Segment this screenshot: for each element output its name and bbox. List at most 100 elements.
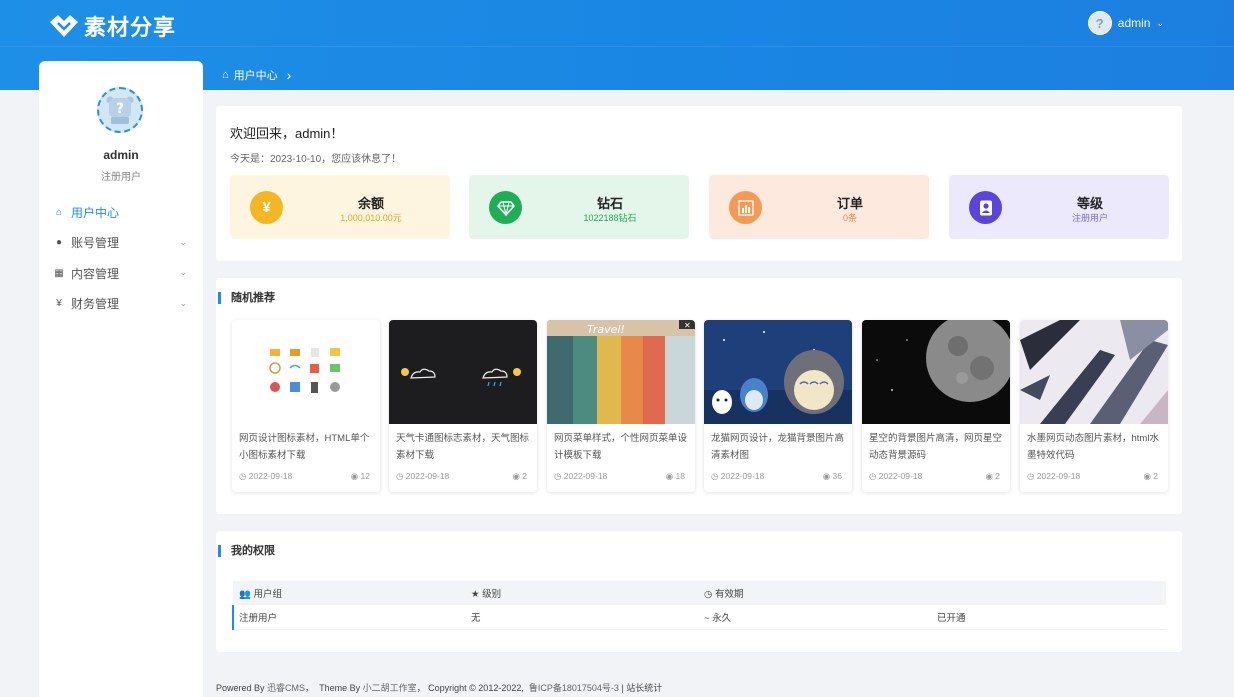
stat-value: 1,000,010.00元 — [340, 213, 402, 223]
clock-icon: ◷ — [239, 471, 247, 481]
thumbnail — [862, 320, 1010, 424]
footer-text: Theme By — [319, 683, 361, 693]
eye-icon: ◉ — [822, 471, 831, 481]
avatar: ? — [1087, 11, 1112, 35]
user-menu[interactable]: ? admin ⌄ — [1087, 11, 1164, 35]
thumbnail: Travel! ✕ — [547, 320, 695, 424]
svg-text:?: ? — [116, 101, 124, 117]
list-item-title: 龙猫网页设计，龙猫背景图片高清素材图 — [711, 433, 845, 461]
list-item-title: 天气卡通图标志素材，天气图标素材下载 — [396, 433, 530, 461]
footer-text: Powered By — [216, 683, 265, 693]
column-header: 用户组 — [253, 589, 282, 600]
welcome-title: 欢迎回来，admin！ — [230, 126, 344, 141]
user-icon — [969, 191, 1002, 224]
grid-icon: ▦ — [54, 267, 64, 279]
brand-logo[interactable]: 素材分享 — [48, 10, 176, 42]
list-item-meta: ◷ 2022-09-18 ◉ 36 — [711, 471, 842, 482]
chevron-right-icon: › — [286, 67, 292, 83]
list-item-title: 星空的背景图片高清，网页星空动态背景源码 — [869, 433, 1003, 461]
list-item[interactable]: 网页设计图标素材，HTML单个小图标素材下载 ◷ 2022-09-18 ◉ 12 — [232, 320, 380, 492]
sidebar-item-finance[interactable]: ¥ 财务管理 ⌄ — [39, 289, 203, 320]
chevron-down-icon: ⌄ — [179, 267, 187, 277]
footer-link-cms[interactable]: 迅睿CMS — [267, 683, 305, 693]
list-item-date: 2022-09-18 — [720, 471, 765, 481]
sidebar-item-label: 财务管理 — [71, 297, 120, 312]
stat-label: 订单 — [836, 196, 863, 211]
stat-diamond[interactable]: 钻石 1022188钻石 — [469, 175, 689, 239]
list-item[interactable]: 天气卡通图标志素材，天气图标素材下载 ◷ 2022-09-18 ◉ 2 — [389, 320, 537, 492]
list-item-title: 网页设计图标素材，HTML单个小图标素材下载 — [239, 433, 370, 461]
table-cell: 注册用户 — [232, 605, 465, 630]
profile-name: admin — [103, 148, 139, 162]
list-item[interactable]: 水墨网页动态图片素材，html水墨特效代码 ◷ 2022-09-18 ◉ 2 — [1020, 320, 1168, 492]
column-header: 级别 — [482, 589, 502, 600]
table-header: 👥 用户组 ★ 级别 ◷ 有效期 — [233, 581, 1166, 605]
eye-icon: ◉ — [512, 471, 520, 481]
star-icon: ★ — [471, 589, 480, 600]
sidebar-item-account[interactable]: ● 账号管理 ⌄ — [39, 228, 203, 259]
list-item-date: 2022-09-18 — [405, 471, 450, 481]
list-item-meta: ◷ 2022-09-18 ◉ 2 — [1027, 471, 1158, 482]
sidebar-item-label: 内容管理 — [71, 266, 120, 281]
stat-label: 钻石 — [596, 196, 623, 211]
sidebar-item-content[interactable]: ▦ 内容管理 ⌄ — [39, 258, 203, 289]
list-item[interactable]: Travel! ✕ 网页菜单样式，个性网页菜单设计模板下载 ◷ 2022-09-… — [547, 320, 695, 492]
svg-text:✕: ✕ — [684, 321, 691, 330]
list-item-title: 网页菜单样式，个性网页菜单设计模板下载 — [554, 433, 688, 461]
list-item-views: 2 — [995, 471, 1000, 481]
list-item-meta: ◷ 2022-09-18 ◉ 18 — [554, 471, 685, 482]
stat-label: 等级 — [1076, 196, 1103, 211]
yen-icon: ¥ — [250, 191, 283, 224]
list-item-views: 18 — [675, 471, 685, 481]
stat-label: 余额 — [357, 196, 384, 211]
eye-icon: ◉ — [985, 471, 993, 481]
footer-link-icp[interactable]: 鲁ICP备18017504号-3 — [529, 683, 619, 693]
list-item-views: 12 — [360, 471, 370, 481]
section-title: 我的权限 — [218, 545, 275, 557]
brand-name: 素材分享 — [84, 15, 177, 40]
stat-orders[interactable]: 订单 0条 — [709, 175, 929, 239]
list-item-title: 水墨网页动态图片素材，html水墨特效代码 — [1027, 433, 1159, 461]
list-item-views: 36 — [832, 471, 842, 481]
footer-link-stats[interactable]: 站长统计 — [626, 683, 662, 693]
thumbnail — [1020, 320, 1168, 424]
profile-role: 注册用户 — [101, 172, 141, 183]
breadcrumb: ⌂ 用户中心 › — [222, 67, 291, 83]
column-header: 有效期 — [714, 589, 744, 600]
list-item[interactable]: 龙猫网页设计，龙猫背景图片高清素材图 ◷ 2022-09-18 ◉ 36 — [704, 320, 852, 492]
chevron-down-icon: ⌄ — [179, 236, 187, 247]
header-username: admin — [1117, 16, 1151, 30]
stat-value: 0条 — [842, 213, 857, 223]
list-item-date: 2022-09-18 — [563, 471, 608, 481]
list-item[interactable]: 星空的背景图片高清，网页星空动态背景源码 ◷ 2022-09-18 ◉ 2 — [862, 320, 1010, 492]
eye-icon: ◉ — [350, 471, 359, 481]
list-item-views: 2 — [1153, 471, 1158, 481]
sidebar-nav: ⌂ 用户中心 ● 账号管理 ⌄ ▦ 内容管理 ⌄ ¥ 财务管理 ⌄ — [39, 197, 203, 319]
breadcrumb-item[interactable]: 用户中心 — [234, 67, 278, 83]
list-item-meta: ◷ 2022-09-18 ◉ 12 — [239, 471, 370, 482]
permissions-table: 👥 用户组 ★ 级别 ◷ 有效期 注册用户 无 ~ 永久 已开通 — [232, 581, 1166, 630]
profile-avatar: ? — [97, 87, 143, 133]
stat-level[interactable]: 等级 注册用户 — [949, 175, 1169, 239]
list-item-meta: ◷ 2022-09-18 ◉ 2 — [396, 471, 527, 482]
stat-balance[interactable]: ¥ 余额 1,000,010.00元 — [230, 175, 450, 239]
stat-value: 1022188钻石 — [583, 213, 637, 223]
sidebar-item-user-center[interactable]: ⌂ 用户中心 — [39, 197, 203, 228]
welcome-date: 今天是：2023-10-10，您应该休息了！ — [230, 154, 402, 165]
welcome-panel: 欢迎回来，admin！ 今天是：2023-10-10，您应该休息了！ ¥ 余额 … — [216, 106, 1182, 261]
stat-value: 注册用户 — [1071, 213, 1108, 223]
column-header — [931, 581, 1166, 605]
table-cell: 已开通 — [931, 605, 1166, 630]
table-row: 注册用户 无 ~ 永久 已开通 — [232, 605, 1166, 630]
home-icon: ⌂ — [222, 69, 229, 81]
list-item-meta: ◷ 2022-09-18 ◉ 2 — [869, 471, 1000, 482]
clock-icon: ◷ — [396, 471, 404, 481]
home-icon: ⌂ — [55, 206, 63, 218]
footer-link-studio[interactable]: 小二胡工作室 — [363, 683, 417, 693]
bar-chart-icon — [729, 191, 762, 224]
recommend-panel: 随机推荐 网页设计图标素材，HTML单个小图标素材下载 ◷ 2022-09-18 — [216, 278, 1182, 514]
yen-icon: ¥ — [56, 298, 62, 310]
eye-icon: ◉ — [1143, 471, 1151, 481]
table-cell: ~ 永久 — [698, 605, 931, 630]
chevron-down-icon: ⌄ — [1156, 17, 1164, 28]
